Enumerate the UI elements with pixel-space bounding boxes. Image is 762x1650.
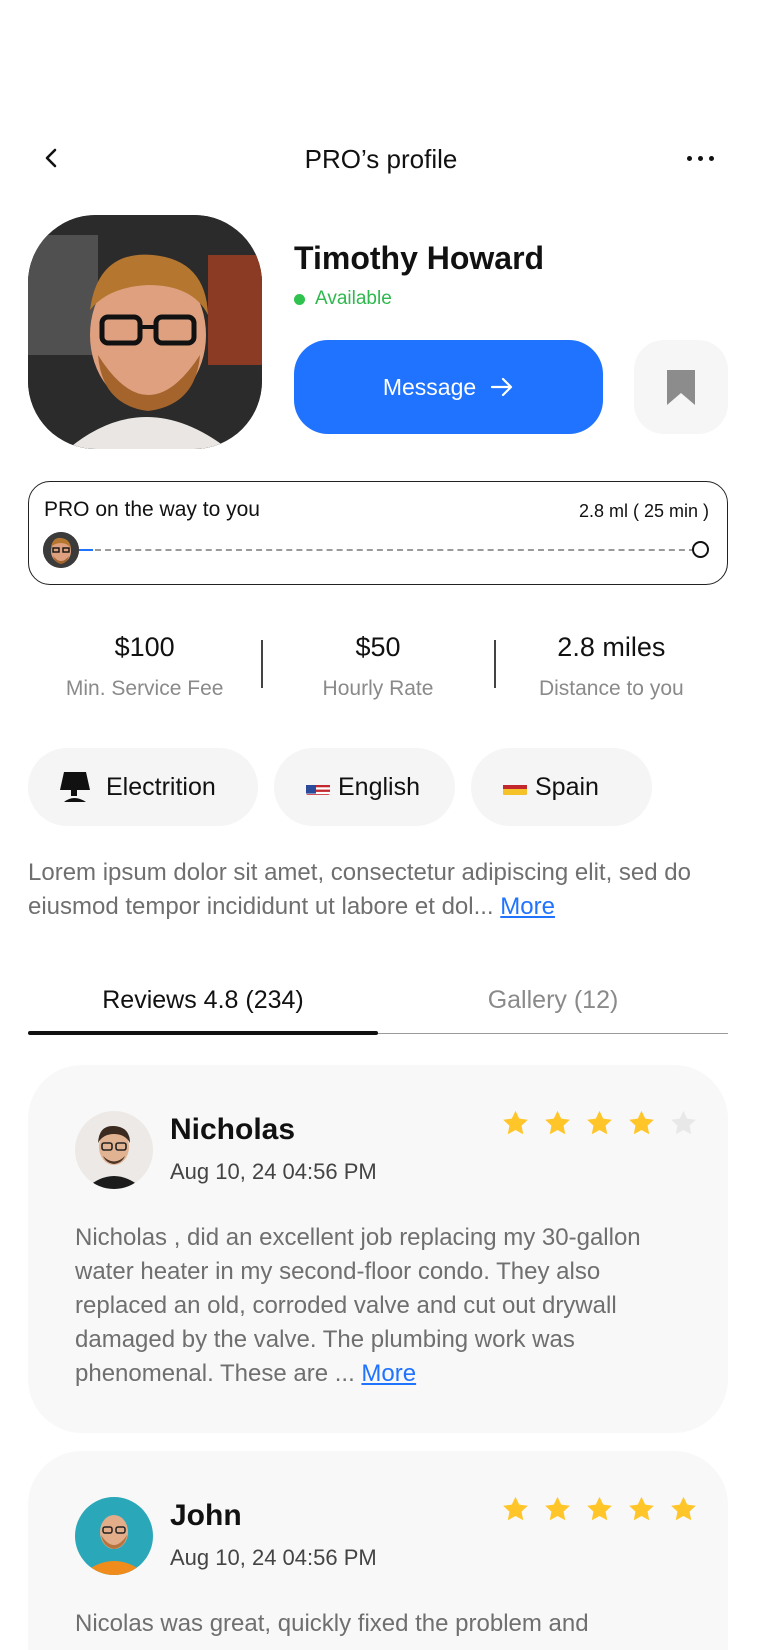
star-empty-icon [671,1110,696,1135]
stats-row: $100 Min. Service Fee $50 Hourly Rate 2.… [28,628,728,704]
review-body: Nicholas , did an excellent job replacin… [75,1224,641,1387]
route-progress [79,549,93,551]
reviewer-avatar [75,1497,153,1575]
star-filled-icon [629,1496,654,1521]
review-rating [501,1495,698,1524]
avatar-photo [28,215,262,449]
spain-flag-icon [503,779,527,795]
reviewer-name: Nicholas [170,1113,296,1146]
star-filled-icon [587,1110,612,1135]
tracking-pro-avatar [43,532,79,568]
reviewer-name: John [170,1499,242,1532]
bookmark-icon [667,370,695,405]
review-date: Aug 10, 24 04:56 PM [170,1545,377,1570]
header: PRO’s profile [0,130,762,190]
tags-row: Electrition English Spain [28,748,652,826]
chip-country[interactable]: Spain [471,748,652,826]
bio-text: Lorem ipsum dolor sit amet, consectetur … [28,859,691,920]
stat-divider [494,640,496,688]
tracking-card: PRO on the way to you 2.8 ml ( 25 min ) [28,481,728,585]
stat-value: 2.8 miles [557,632,666,662]
chip-profession[interactable]: Electrition [28,748,258,826]
chip-language-label: English [338,772,420,801]
tracking-title: PRO on the way to you [44,498,260,521]
star-filled-icon [545,1110,570,1135]
status-label: Available [315,288,392,309]
stat-hourly-rate: $50 Hourly Rate [261,628,494,704]
star-filled-icon [545,1496,570,1521]
active-tab-indicator [28,1031,378,1035]
bio-more-link[interactable]: More [500,893,555,920]
more-horizontal-icon [686,155,692,161]
chip-country-label: Spain [535,772,599,801]
stat-divider [261,640,263,688]
page-title: PRO’s profile [304,144,458,174]
review-date: Aug 10, 24 04:56 PM [170,1159,377,1184]
us-flag-icon [306,779,330,795]
destination-marker-icon [692,541,709,558]
stat-label: Min. Service Fee [65,677,224,700]
pro-name: Timothy Howard [294,240,545,276]
arrow-right-icon [491,377,513,397]
chip-profession-label: Electrition [106,772,216,801]
stat-label: Distance to you [538,677,684,700]
tab-gallery[interactable]: Gallery (12) [378,986,728,1015]
route-line [95,549,695,551]
star-filled-icon [629,1110,654,1135]
stat-value: $50 [355,632,401,662]
stat-label: Hourly Rate [322,677,434,700]
lamp-icon [60,772,90,802]
review-body: Nicolas was great, quickly fixed the pro… [75,1610,589,1637]
status-dot-icon [294,293,305,305]
pro-bio: Lorem ipsum dolor sit amet, consectetur … [28,856,728,924]
review-card: John Aug 10, 24 04:56 PM Nicolas was gre… [28,1451,728,1650]
tab-reviews[interactable]: Reviews 4.8 (234) [28,986,378,1015]
stat-value: $100 [114,632,175,662]
chip-language[interactable]: English [274,748,455,826]
stat-min-service-fee: $100 Min. Service Fee [28,628,261,704]
review-rating [501,1109,698,1138]
bookmark-button[interactable] [634,340,728,434]
more-options-button[interactable] [680,142,720,174]
review-card: Nicholas Aug 10, 24 04:56 PM Nicholas , … [28,1065,728,1433]
review-text: Nicholas , did an excellent job replacin… [75,1221,695,1391]
tracking-distance: 2.8 ml ( 25 min ) [578,501,709,521]
availability-status: Available [294,288,392,310]
review-more-link[interactable]: More [361,1360,416,1387]
reviewer-avatar [75,1111,153,1189]
star-filled-icon [503,1110,528,1135]
message-button-label: Message [382,373,477,400]
pro-avatar [28,215,262,449]
review-text: Nicolas was great, quickly fixed the pro… [75,1607,695,1641]
star-filled-icon [503,1496,528,1521]
star-filled-icon [671,1496,696,1521]
message-button[interactable]: Message [294,340,603,434]
star-filled-icon [587,1496,612,1521]
profile-tabs: Reviews 4.8 (234) Gallery (12) [28,982,728,1035]
stat-distance: 2.8 miles Distance to you [495,628,728,704]
